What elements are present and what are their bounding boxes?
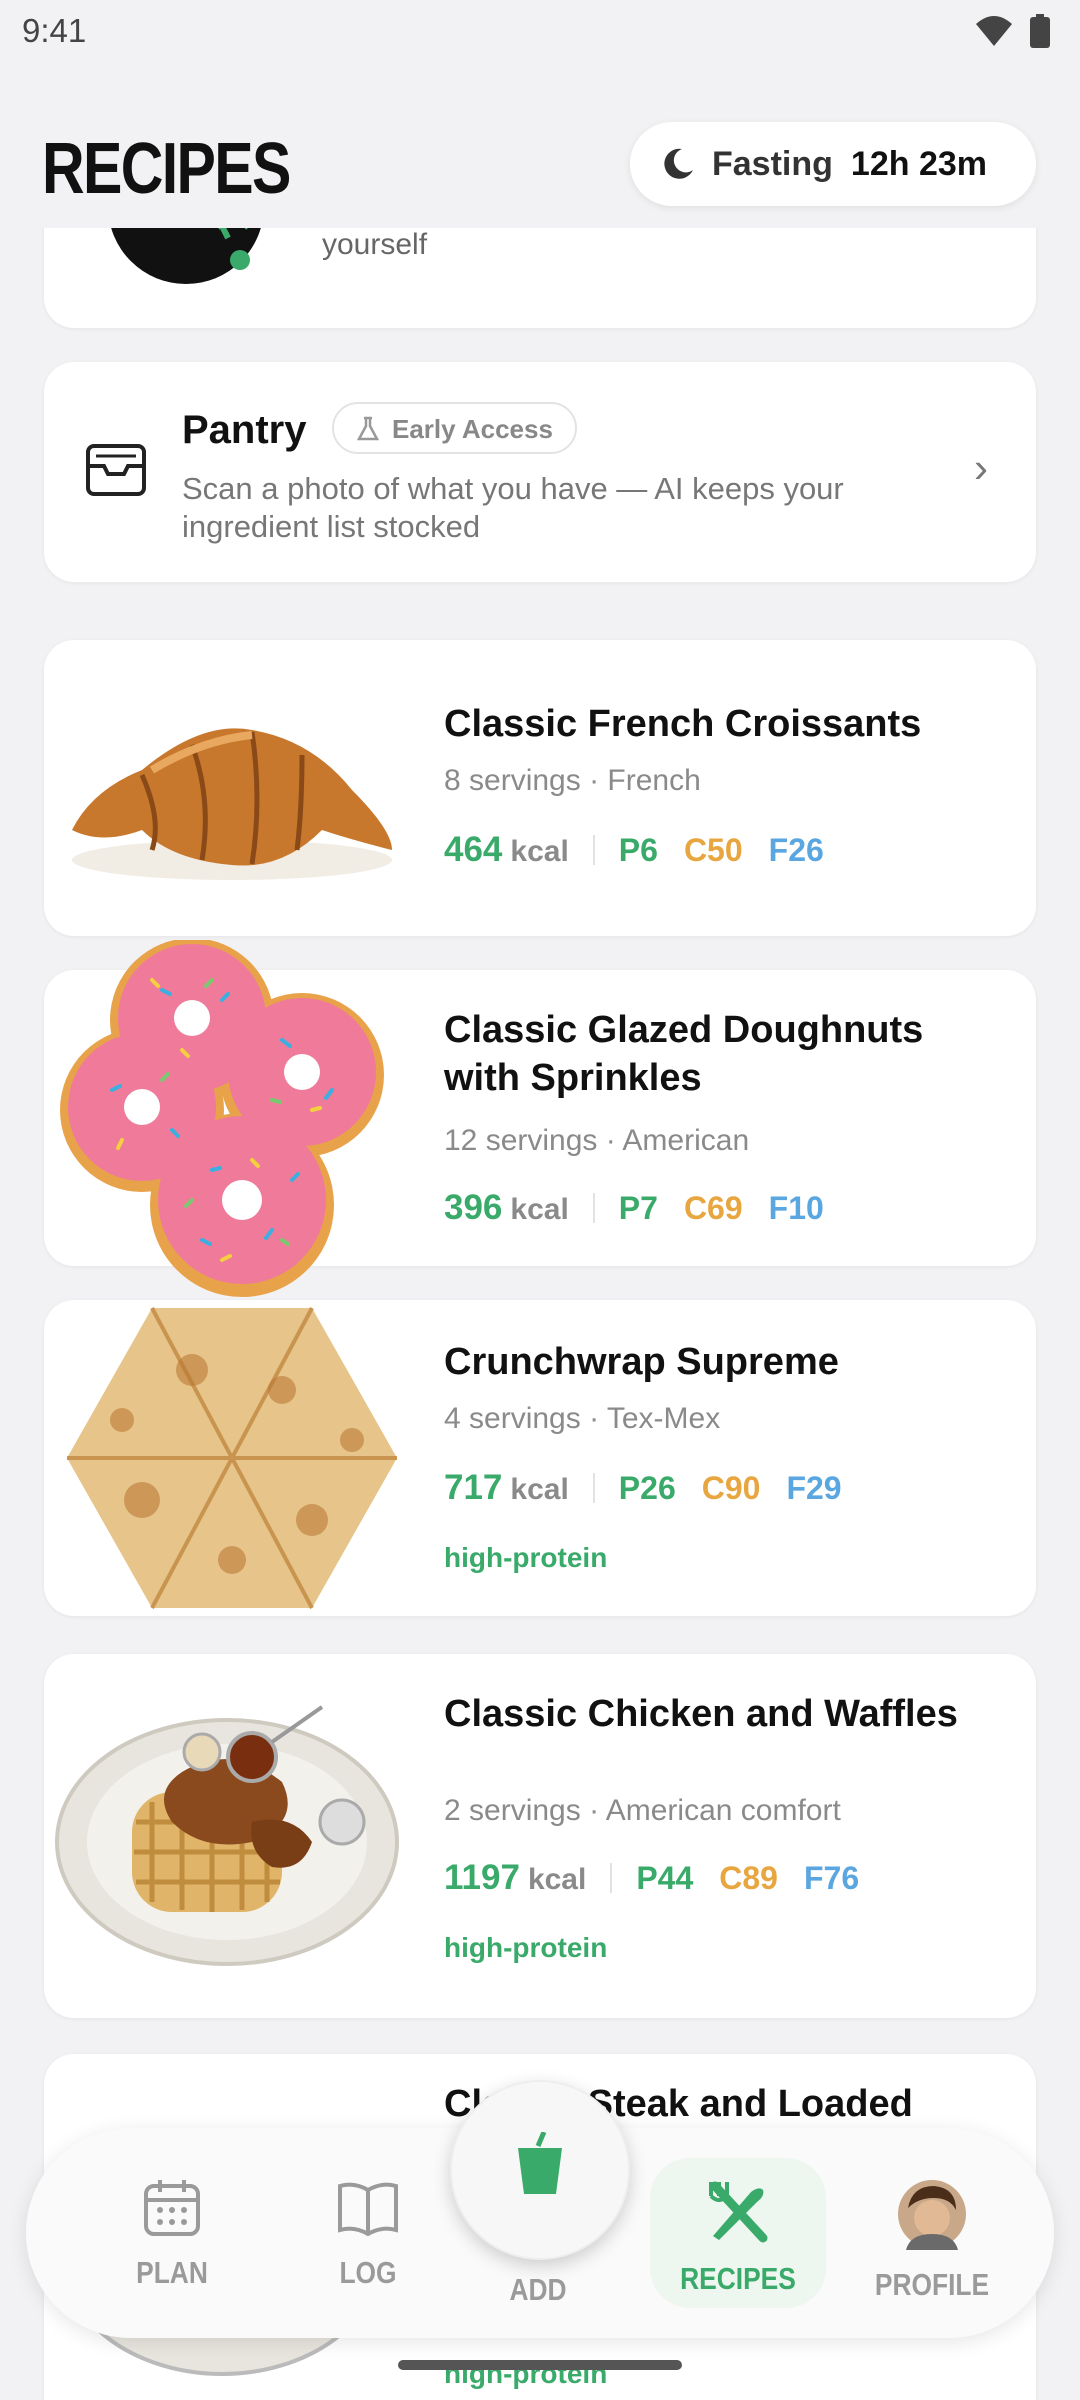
- crunchwrap-image: [67, 1307, 397, 1609]
- fat-value: F10: [768, 1190, 824, 1226]
- create-recipe-icon: [108, 228, 264, 284]
- nav-add-label: ADD: [509, 2272, 567, 2307]
- recipe-tag: high-protein: [444, 1932, 608, 1963]
- doughnuts-image: [60, 940, 384, 1297]
- add-button[interactable]: [450, 2080, 630, 2260]
- recipe-subtitle: 12 servings · American: [444, 1124, 750, 1157]
- recipe-subtitle: 2 servings · American comfort: [444, 1794, 841, 1827]
- protein-value: P7: [618, 1190, 658, 1226]
- divider: [610, 1863, 613, 1893]
- nav-profile[interactable]: PROFILE: [852, 2178, 1012, 2303]
- chicken-waffles-image: [55, 1705, 399, 1966]
- flask-icon: [356, 416, 380, 441]
- kcal-unit: kcal: [510, 1473, 569, 1506]
- status-icons: [974, 14, 1050, 48]
- page-title: RECIPES: [42, 129, 291, 209]
- recipe-title: Classic Glazed Doughnuts with Sprinkles: [444, 1009, 924, 1099]
- create-recipe-description: Generate one from a description, or buil…: [322, 228, 428, 261]
- fasting-timer-button[interactable]: Fasting 12h 23m: [630, 122, 1036, 206]
- create-recipe-card[interactable]: Generate one from a description, or buil…: [44, 228, 1036, 328]
- protein-value: P26: [618, 1470, 676, 1506]
- fork-knife-icon: [709, 2181, 768, 2243]
- carbs-value: C89: [719, 1860, 778, 1896]
- carbs-value: C69: [683, 1190, 743, 1226]
- status-bar: 9:41: [0, 0, 1080, 70]
- moon-icon: [664, 148, 693, 179]
- recipe-tag: high-protein: [444, 1542, 608, 1573]
- nav-profile-label: PROFILE: [874, 2267, 990, 2302]
- nav-recipes[interactable]: RECIPES: [658, 2178, 818, 2297]
- recipe-macros: 464 kcal P6 C50 F26: [444, 830, 824, 870]
- protein-value: P44: [636, 1860, 694, 1896]
- recipe-macros: 396 kcal P7 C69 F10: [444, 1188, 824, 1228]
- recipe-card[interactable]: Crunchwrap Supreme 4 servings · Tex-Mex …: [44, 1300, 1036, 1616]
- kcal-unit: kcal: [510, 835, 569, 868]
- nav-recipes-label: RECIPES: [680, 2261, 796, 2296]
- wifi-icon: [976, 16, 1012, 46]
- recipe-macros: 717 kcal P26 C90 F29: [444, 1468, 842, 1508]
- fat-value: F76: [803, 1860, 860, 1896]
- kcal-value: 396: [444, 1188, 503, 1227]
- carbs-value: C90: [701, 1470, 761, 1506]
- divider: [592, 835, 595, 865]
- recipes-list[interactable]: Generate one from a description, or buil…: [0, 228, 1080, 2400]
- early-access-badge: Early Access: [332, 402, 577, 454]
- kcal-value: 464: [444, 830, 503, 869]
- recipe-macros: 1197 kcal P44 C89 F76: [444, 1858, 859, 1898]
- home-indicator[interactable]: [398, 2360, 682, 2370]
- recipe-subtitle: 4 servings · Tex-Mex: [444, 1402, 721, 1435]
- page-header: RECIPES Fasting 12h 23m: [0, 110, 1080, 230]
- nav-log[interactable]: LOG: [288, 2178, 448, 2291]
- croissant-image: [72, 728, 392, 880]
- status-time: 9:41: [22, 12, 87, 49]
- protein-value: P6: [618, 832, 658, 868]
- kcal-unit: kcal: [527, 1863, 587, 1896]
- pantry-card[interactable]: Pantry Early Access Scan a photo of what…: [44, 362, 1036, 582]
- recipe-title: Classic Chicken and Waffles: [444, 1693, 958, 1735]
- divider: [592, 1473, 595, 1503]
- fasting-time: 12h 23m: [850, 144, 987, 183]
- recipe-subtitle: 8 servings · French: [444, 764, 701, 797]
- chevron-right-icon: ›: [974, 444, 988, 491]
- nav-log-label: LOG: [339, 2255, 397, 2290]
- tray-icon: [86, 444, 146, 496]
- divider: [592, 1193, 595, 1223]
- battery-icon: [1030, 14, 1050, 48]
- early-access-label: Early Access: [392, 414, 553, 444]
- fat-value: F29: [786, 1470, 842, 1506]
- fat-value: F26: [768, 832, 824, 868]
- cup-icon: [518, 2132, 562, 2194]
- nav-plan-label: PLAN: [136, 2255, 208, 2290]
- carbs-value: C50: [683, 832, 743, 868]
- kcal-value: 1197: [444, 1858, 520, 1897]
- book-icon: [338, 2182, 398, 2237]
- recipe-title: Classic French Croissants: [444, 703, 922, 745]
- recipe-card[interactable]: Classic Chicken and Waffles 2 servings ·…: [44, 1654, 1036, 2018]
- pantry-title: Pantry: [182, 408, 307, 452]
- kcal-unit: kcal: [510, 1193, 569, 1226]
- pantry-description: Scan a photo of what you have — AI keeps…: [182, 471, 844, 544]
- recipe-card[interactable]: Classic French Croissants 8 servings · F…: [44, 640, 1036, 936]
- avatar: [898, 2180, 966, 2250]
- nav-plan[interactable]: PLAN: [92, 2178, 252, 2291]
- recipe-title: Crunchwrap Supreme: [444, 1341, 839, 1383]
- recipe-card[interactable]: Classic Glazed Doughnuts with Sprinkles …: [44, 940, 1036, 1297]
- calendar-icon: [144, 2180, 200, 2236]
- fasting-label: Fasting: [712, 144, 833, 183]
- kcal-value: 717: [444, 1468, 503, 1507]
